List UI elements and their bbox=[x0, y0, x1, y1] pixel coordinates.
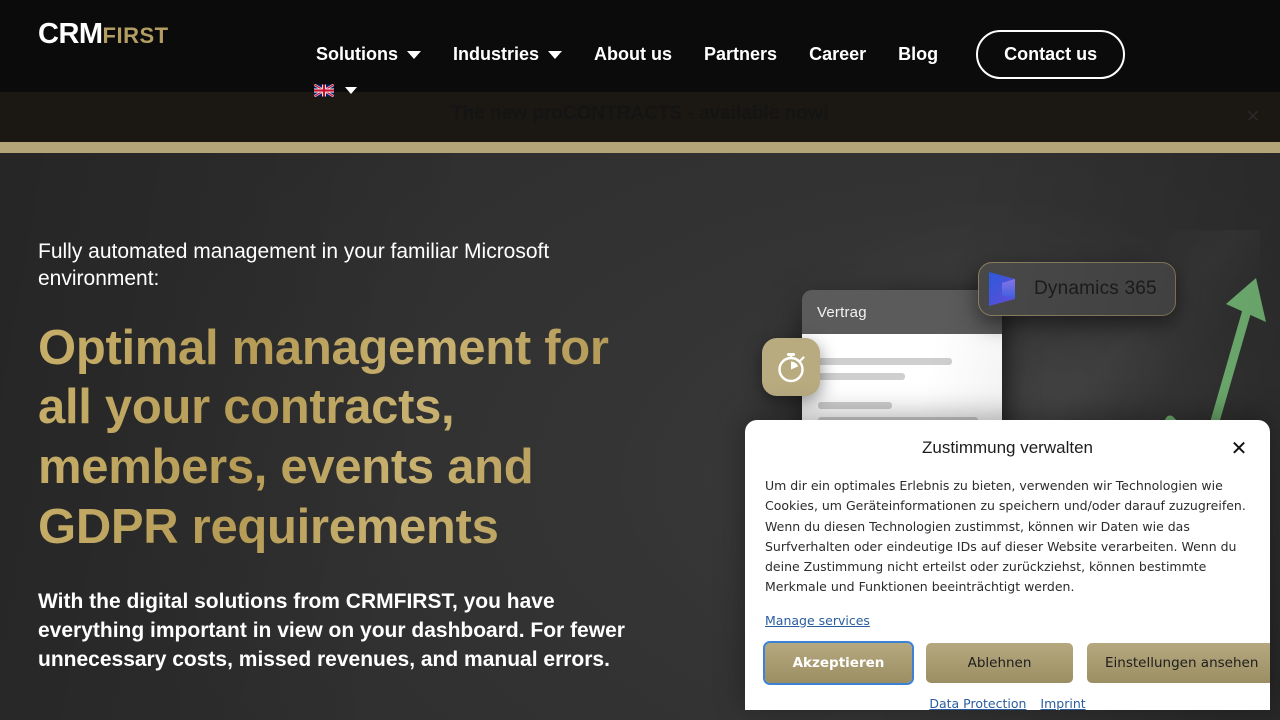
logo-primary: CRM bbox=[38, 18, 103, 50]
page-root: Vertrag Dynamics 365 Fully automated man… bbox=[0, 0, 1280, 720]
uk-flag-icon bbox=[314, 84, 334, 97]
dynamics-365-logo-icon bbox=[989, 272, 1015, 306]
doc-line bbox=[818, 373, 906, 380]
announcement-text[interactable]: The new proCONTRACTS - available now! bbox=[0, 103, 1280, 125]
dynamics-365-badge: Dynamics 365 bbox=[978, 262, 1176, 316]
cookie-button-row: Akzeptieren Ablehnen Einstellungen anseh… bbox=[745, 629, 1270, 685]
hero-subcopy: With the digital solutions from CRMFIRST… bbox=[38, 589, 625, 671]
cookie-consent-dialog: Zustimmung verwalten ✕ Um dir ein optima… bbox=[745, 420, 1270, 710]
dynamics-365-label: Dynamics 365 bbox=[1034, 278, 1157, 299]
nav-item-career[interactable]: Career bbox=[793, 39, 882, 71]
cookie-dialog-body: Um dir ein optimales Erlebnis zu bieten,… bbox=[765, 478, 1246, 595]
cookie-footer-links: Data Protection Imprint bbox=[745, 683, 1270, 711]
nav-item-label: Career bbox=[809, 44, 867, 64]
language-selector[interactable] bbox=[314, 84, 357, 97]
main-navigation: Solutions Industries About us Partners C… bbox=[300, 30, 1126, 79]
nav-item-label: Solutions bbox=[316, 44, 398, 64]
logo[interactable]: CRMFIRST bbox=[38, 20, 169, 49]
accept-button[interactable]: Akzeptieren bbox=[763, 640, 914, 685]
nav-item-label: Industries bbox=[453, 44, 540, 64]
site-header: CRMFIRST Solutions Industries About us P… bbox=[0, 0, 1280, 97]
view-settings-button[interactable]: Einstellungen ansehen bbox=[1087, 642, 1270, 683]
gold-divider bbox=[0, 142, 1280, 153]
stopwatch-icon bbox=[762, 338, 820, 396]
chevron-down-icon bbox=[345, 87, 357, 94]
imprint-link[interactable]: Imprint bbox=[1040, 696, 1085, 711]
doc-line bbox=[818, 402, 892, 409]
close-icon[interactable]: ✕ bbox=[1240, 104, 1266, 130]
logo-secondary: FIRST bbox=[102, 23, 169, 48]
chevron-down-icon bbox=[548, 50, 563, 59]
cookie-dialog-title: Zustimmung verwalten bbox=[921, 438, 1093, 457]
contract-document-title: Vertrag bbox=[802, 290, 1002, 334]
nav-item-about-us[interactable]: About us bbox=[578, 39, 688, 71]
hero-kicker: Fully automated management in your famil… bbox=[38, 240, 550, 291]
decline-button[interactable]: Ablehnen bbox=[926, 642, 1073, 683]
nav-item-blog[interactable]: Blog bbox=[882, 39, 954, 71]
chevron-down-icon bbox=[407, 50, 421, 59]
nav-item-label: Blog bbox=[898, 44, 939, 64]
close-icon[interactable]: ✕ bbox=[1228, 438, 1250, 460]
hero-text-block: Fully automated management in your famil… bbox=[38, 238, 658, 675]
contact-us-button[interactable]: Contact us bbox=[976, 30, 1126, 79]
page-title: Optimal management for all your contract… bbox=[38, 319, 658, 558]
nav-item-solutions[interactable]: Solutions bbox=[300, 39, 437, 71]
announcement-bar: The new proCONTRACTS - available now! ✕ bbox=[0, 92, 1280, 142]
data-protection-link[interactable]: Data Protection bbox=[929, 696, 1026, 711]
nav-item-label: Partners bbox=[704, 44, 778, 64]
nav-item-industries[interactable]: Industries bbox=[437, 39, 578, 71]
nav-item-label: About us bbox=[594, 44, 673, 64]
doc-line bbox=[818, 358, 953, 365]
manage-services-link[interactable]: Manage services bbox=[765, 613, 870, 628]
nav-item-partners[interactable]: Partners bbox=[688, 39, 793, 71]
